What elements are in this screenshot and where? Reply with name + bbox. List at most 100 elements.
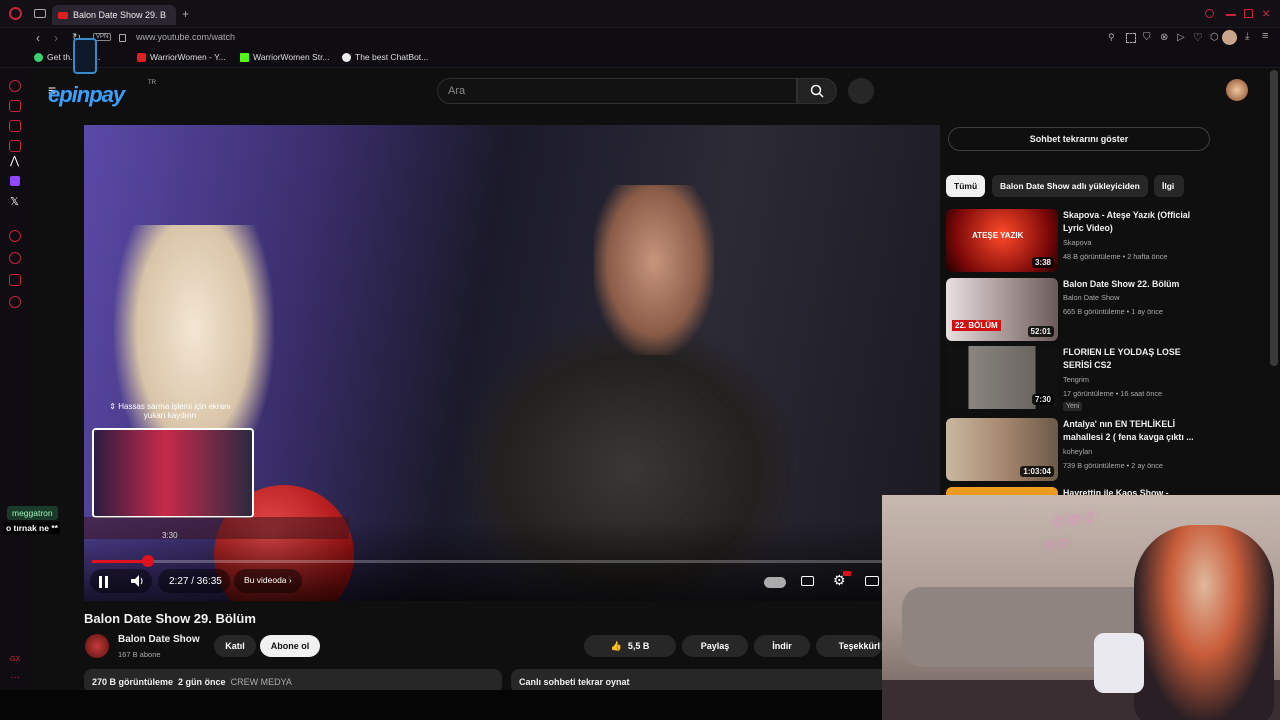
search-tabs-icon[interactable] [1205, 9, 1214, 18]
twitch-icon[interactable] [10, 176, 20, 186]
recommendation-stats: 739 B görüntüleme • 2 ay önce [1063, 461, 1163, 470]
address-bar: ‹ › ↻ VPN www.youtube.com/watch ⚲ ⛉ ⊗ ▷ … [0, 28, 1280, 50]
search-button[interactable] [797, 78, 837, 104]
voice-search-button[interactable] [848, 78, 874, 104]
video-player[interactable]: ⇕ Hassas sarma işlemi için ekranı yukarı… [84, 125, 940, 601]
bookmark-label: The best ChatBot... [355, 52, 429, 62]
channel-name[interactable]: Balon Date Show [118, 634, 200, 645]
seek-hint: ⇕ Hassas sarma işlemi için ekranı yukarı… [109, 402, 231, 420]
recommendation-thumbnail: 7:30 [946, 346, 1058, 409]
chapter-button[interactable]: Bu videoda › [234, 569, 302, 593]
snapshot-icon[interactable] [1126, 33, 1136, 43]
autoplay-toggle[interactable] [764, 577, 786, 588]
minimize-button[interactable] [1226, 14, 1236, 16]
search-input[interactable]: Ara [437, 78, 797, 104]
chip-uploader[interactable]: Balon Date Show adlı yükleyiciden [992, 175, 1148, 197]
recommendation-item[interactable]: 1:03:04 Antalya' nın EN TEHLİKELİ mahall… [946, 418, 1246, 482]
show-chat-replay-button[interactable]: Sohbet tekrarını göster [948, 127, 1210, 151]
vpn-icon[interactable]: ⊗ [1160, 32, 1168, 43]
thumbs-up-icon: 👍 [610, 640, 622, 651]
bookmark-4[interactable]: The best ChatBot... [342, 52, 428, 62]
maximize-button[interactable] [1244, 9, 1253, 18]
neon-sign: ♡ ♡ ♡ [1051, 510, 1095, 531]
x-icon[interactable]: 𝕏 [10, 195, 19, 208]
extensions-icon[interactable]: ⬡ [1210, 32, 1219, 43]
aria-icon[interactable] [9, 80, 21, 92]
recommendation-item[interactable]: 22. BÖLÜM 52:01 Balon Date Show 22. Bölü… [946, 278, 1246, 342]
player-icon[interactable]: ▷ [1177, 32, 1185, 43]
search-icon [810, 84, 824, 98]
youtube-favicon-icon [137, 52, 146, 62]
microphone-icon [1094, 633, 1144, 693]
bookmark-2[interactable]: WarriorWomen - Y... [137, 52, 226, 62]
seek-preview-thumbnail [92, 428, 254, 518]
subtitles-icon[interactable] [801, 576, 814, 586]
bookmark-favicon-icon [34, 52, 43, 62]
like-count: 5,5 B [627, 641, 650, 651]
back-icon[interactable]: ‹ [36, 31, 40, 45]
download-button[interactable]: İndir [754, 635, 810, 657]
recommendation-item[interactable]: ATEŞE YAZIK 3:38 Skapova - Ateşe Yazık (… [946, 209, 1246, 273]
miniplayer-icon[interactable] [865, 576, 879, 586]
video-duration: 7:30 [1031, 394, 1054, 405]
progress-track[interactable] [92, 560, 932, 563]
youtube-favicon-icon [58, 11, 68, 19]
shield-icon[interactable]: ⛉ [1143, 32, 1151, 43]
recommendation-channel: Tengrim [1063, 375, 1089, 384]
video-duration: 52:01 [1027, 326, 1054, 337]
video-title: Balon Date Show 29. Bölüm [84, 611, 256, 626]
volume-button[interactable] [130, 574, 144, 593]
chip-all[interactable]: Tümü [946, 175, 986, 197]
instagram-icon[interactable] [9, 140, 21, 152]
join-button[interactable]: Katıl [214, 635, 256, 657]
close-button[interactable]: × [1262, 5, 1270, 21]
new-tab-button[interactable]: + [182, 7, 189, 21]
account-avatar[interactable] [1226, 79, 1248, 101]
stream-chat-username: meggatron [7, 506, 58, 520]
pin-icon[interactable]: ⚲ [1108, 32, 1115, 43]
player-sidebar-icon[interactable] [9, 230, 21, 242]
recommendation-channel: Balon Date Show [1063, 293, 1120, 302]
settings-sidebar-icon[interactable] [9, 296, 21, 308]
taskbar-area [0, 690, 882, 720]
tab-youtube[interactable]: Balon Date Show 29. B [52, 5, 176, 25]
heart-icon[interactable]: ♡ [1193, 31, 1203, 44]
like-button[interactable]: 👍 5,5 B [584, 635, 676, 657]
chat-icon[interactable] [9, 100, 21, 112]
aria-logo-icon[interactable]: ⋀ [10, 154, 19, 167]
url-field[interactable]: www.youtube.com/watch [136, 32, 235, 42]
chevron-right-icon: › [288, 575, 292, 585]
thanks-button[interactable]: Teşekkürl [816, 635, 882, 657]
recommendation-item[interactable]: 7:30 FLORIEN LE YOLDAŞ LOSE SERİSİ CS2 T… [946, 346, 1246, 411]
recommendation-title: FLORIEN LE YOLDAŞ LOSE SERİSİ CS2 [1063, 347, 1181, 370]
download-icon[interactable]: ⤓ [1245, 31, 1249, 42]
site-logo[interactable]: epinpay [48, 82, 125, 108]
gx-label: GX [10, 656, 21, 663]
browser-tabbar: Balon Date Show 29. B + × [0, 0, 1280, 28]
volume-icon [131, 575, 143, 587]
chip-related[interactable]: İlgi [1154, 175, 1184, 197]
opera-logo-icon[interactable] [9, 7, 22, 20]
chapter-label: Bu videoda [244, 575, 287, 585]
tabs-overview-icon[interactable] [34, 9, 46, 18]
recommendation-title: Antalya' nın EN TEHLİKELİ mahallesi 2 ( … [1063, 419, 1194, 442]
new-badge: Yeni [1063, 402, 1083, 411]
recommendation-channel: koheylan [1063, 447, 1093, 456]
subscribe-button[interactable]: Abone ol [260, 635, 320, 657]
page-scrollbar[interactable] [1270, 70, 1278, 366]
profile-avatar[interactable] [1222, 30, 1237, 45]
messenger-icon[interactable] [9, 120, 21, 132]
share-button[interactable]: Paylaş [682, 635, 748, 657]
thumbnail-text: ATEŞE YAZIK [972, 231, 1024, 240]
forward-icon[interactable]: › [54, 31, 58, 45]
menu-icon[interactable]: ≡ [1262, 30, 1268, 42]
bookmark-3[interactable]: WarriorWomen Str... [240, 52, 330, 62]
webcam-overlay: ♡ ♡ ♡ ♡ ♡ [882, 495, 1280, 720]
channel-avatar[interactable] [85, 634, 109, 658]
history-icon[interactable] [9, 252, 21, 264]
bookmarks-sidebar-icon[interactable] [9, 274, 21, 286]
more-icon[interactable]: ··· [10, 672, 20, 683]
lock-icon [119, 34, 126, 42]
pause-button[interactable] [98, 575, 110, 593]
hd-badge-icon [843, 571, 851, 576]
